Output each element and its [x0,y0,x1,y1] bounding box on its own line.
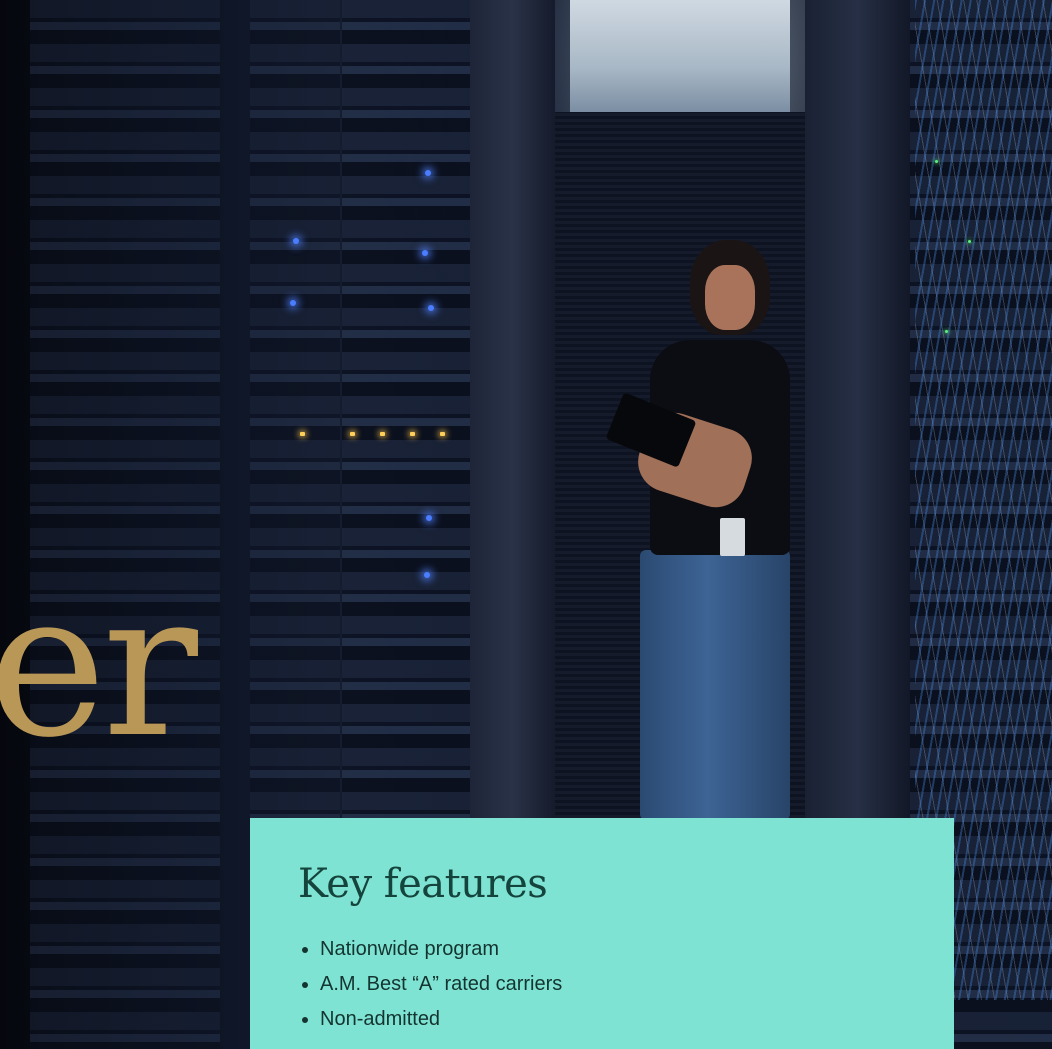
hero-section: er Key features Nationwide program A.M. … [0,0,1052,1049]
status-light [968,240,971,243]
id-badge [720,518,745,556]
bullet-icon [302,947,308,953]
status-light [424,572,430,578]
key-features-card: Key features Nationwide program A.M. Bes… [250,818,954,1049]
lit-doorway [570,0,790,112]
bullet-icon [302,982,308,988]
status-light [945,330,948,333]
feature-label: Non-admitted [320,1008,441,1030]
list-item: Non-admitted [298,1008,906,1030]
status-light [425,170,431,176]
list-item: A.M. Best “A” rated carriers [298,973,906,995]
technician-figure [705,265,755,330]
list-item: Nationwide program [298,938,906,960]
status-light [290,300,296,306]
status-light [410,432,415,436]
key-features-list: Nationwide program A.M. Best “A” rated c… [298,938,906,1030]
status-light [422,250,428,256]
status-light [300,432,305,436]
bullet-icon [302,1017,308,1023]
status-light [426,515,432,521]
feature-label: A.M. Best “A” rated carriers [320,973,563,995]
server-rack [30,0,220,1049]
technician-figure [640,550,790,820]
status-light [293,238,299,244]
status-light [935,160,938,163]
key-features-heading: Key features [298,861,548,907]
status-light [428,305,434,311]
status-light [380,432,385,436]
brand-wordmark-fragment: er [0,549,198,782]
status-light [350,432,355,436]
feature-label: Nationwide program [320,938,499,960]
status-light [440,432,445,436]
